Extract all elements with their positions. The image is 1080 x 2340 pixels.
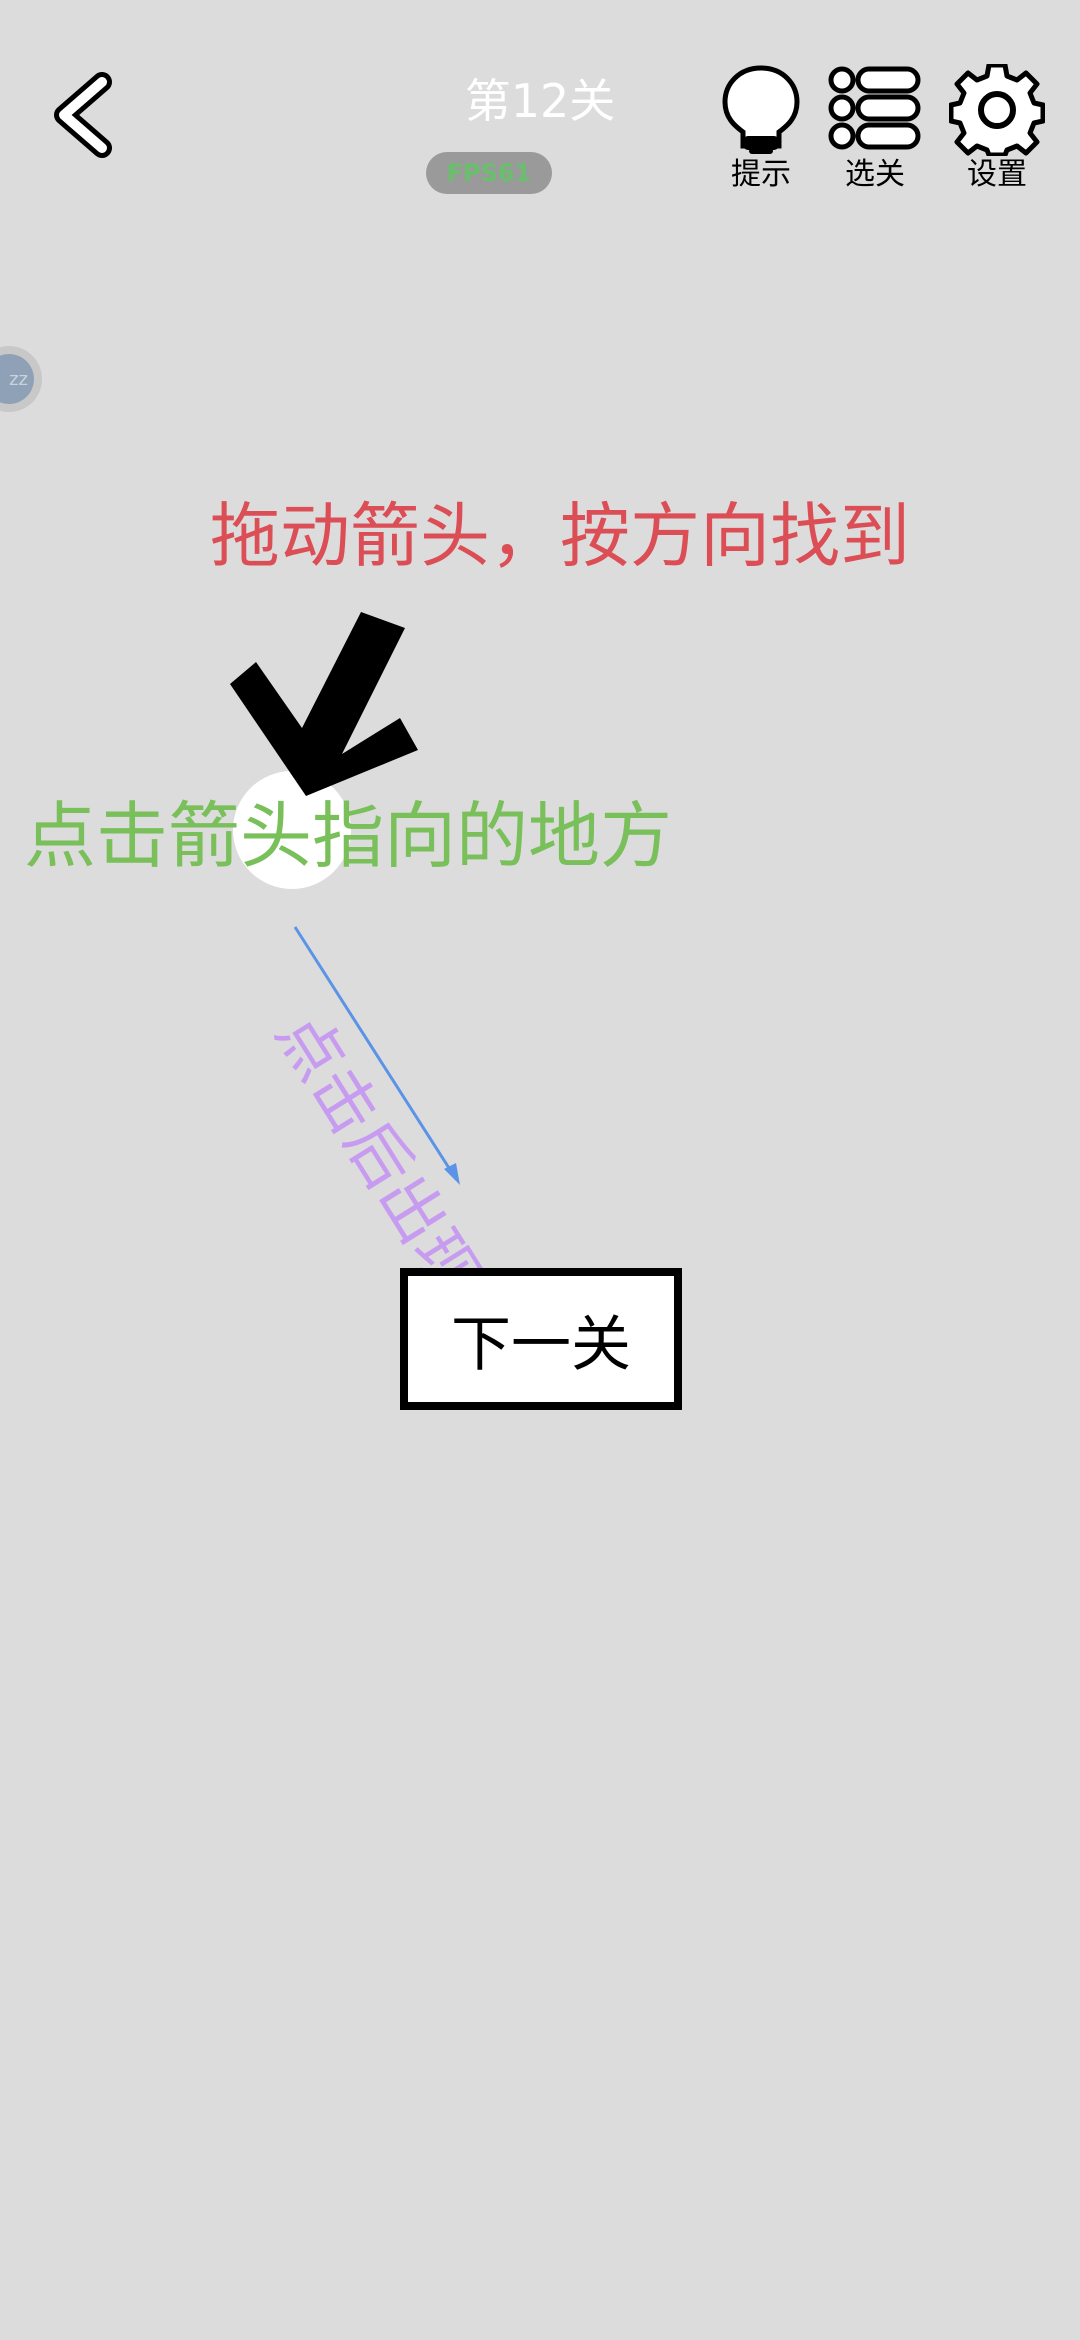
list-icon <box>828 66 921 150</box>
next-level-button[interactable]: 下一关 <box>400 1268 682 1410</box>
chevron-left-icon <box>54 72 112 158</box>
back-button[interactable] <box>40 60 130 170</box>
gear-icon <box>949 64 1045 156</box>
level-select-button[interactable]: 选关 <box>820 64 930 204</box>
blue-arrow-icon <box>293 926 460 1185</box>
hint-button[interactable]: 提示 <box>706 64 816 204</box>
hint-label: 提示 <box>731 157 791 192</box>
black-arrow-icon[interactable] <box>230 600 430 810</box>
fps-badge: FPS61 <box>426 152 552 194</box>
settings-label: 设置 <box>967 157 1027 192</box>
level-title: 第12关 <box>464 74 616 128</box>
level-select-label: 选关 <box>845 157 905 192</box>
lightbulb-icon <box>722 65 800 154</box>
drag-arrow-instruction: 拖动箭头，按方向找到 <box>210 495 910 577</box>
floating-assistant-button[interactable]: zz <box>0 346 42 412</box>
settings-button[interactable]: 设置 <box>942 64 1052 204</box>
floating-assistant-label: zz <box>0 354 34 404</box>
